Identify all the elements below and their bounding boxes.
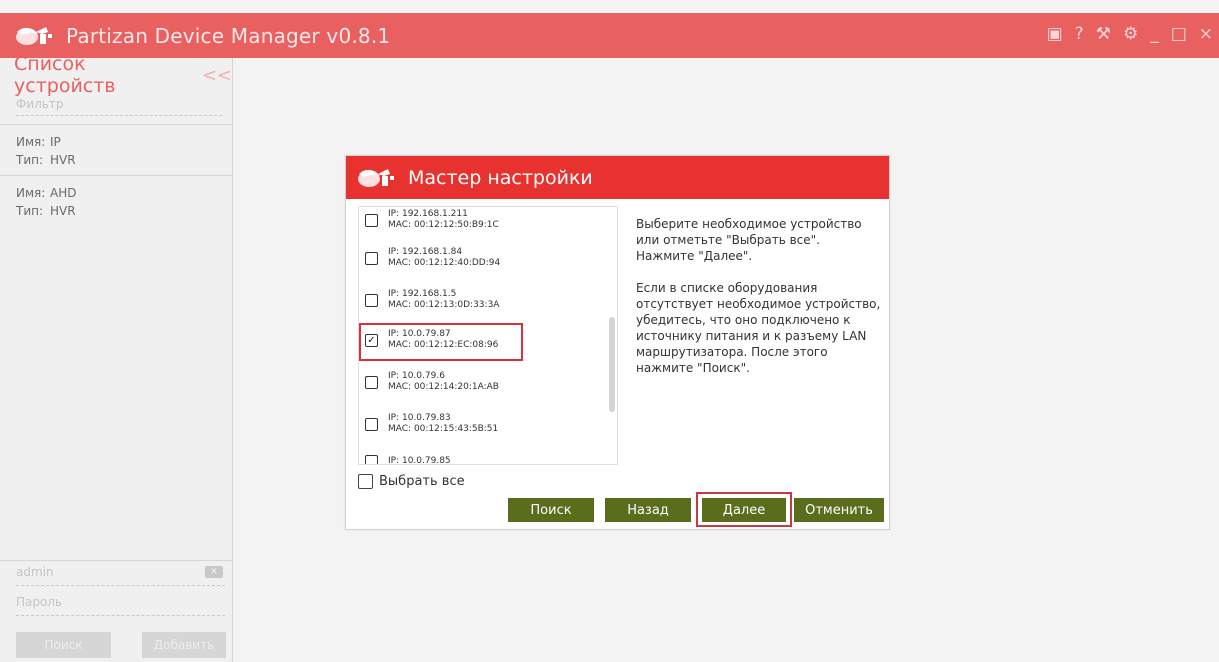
type-label: Тип: (16, 153, 44, 167)
minimize-icon[interactable]: _ (1150, 24, 1159, 44)
sidebar-header: Список устройств << (0, 53, 232, 97)
title-bar: Partizan Device Manager v0.8.1 ▣ ? ⚒ ⚙ _… (0, 13, 1219, 58)
checkbox[interactable] (365, 375, 378, 389)
dialog-header: Мастер настройки (346, 156, 889, 199)
help-text: Выберите необходимое устройство или отме… (636, 216, 881, 376)
sidebar: Список устройств << Имя: IP Тип: HVR Имя: A… (0, 53, 233, 662)
help-paragraph: Если в списке оборудования отсутствует н… (636, 281, 881, 375)
list-item[interactable]: IP: 10.0.79.83 MAC: 00:12:15:43:5B:51 (365, 413, 498, 435)
back-button[interactable]: Назад (605, 498, 691, 522)
device-ip: IP: 10.0.79.83 (388, 413, 451, 423)
list-item[interactable]: IP: 192.168.1.5 MAC: 00:12:13:0D:33:3A (365, 289, 499, 311)
add-device-button[interactable]: Добавить (142, 632, 226, 658)
collapse-icon[interactable]: << (202, 65, 232, 86)
name-label: Имя: (16, 186, 46, 200)
search-button[interactable]: Поиск (16, 632, 111, 658)
scrollbar[interactable] (609, 317, 615, 412)
device-name: AHD (50, 186, 77, 200)
checkbox[interactable] (365, 213, 378, 227)
device-type: HVR (50, 153, 76, 167)
device-mac: MAC: 00:12:12:EC:08:96 (388, 340, 499, 350)
window-controls: ▣ ? ⚒ ⚙ _ □ × (1047, 24, 1213, 44)
device-mac: MAC: 00:12:12:40:DD:94 (388, 258, 501, 268)
help-icon[interactable]: ? (1075, 24, 1084, 44)
next-button[interactable]: Далее (702, 498, 786, 522)
settings-icon[interactable]: ⚙ (1123, 24, 1138, 44)
device-checklist: IP: 192.168.1.211 MAC: 00:12:12:50:B9:1C … (358, 206, 618, 465)
password-field[interactable] (16, 590, 196, 614)
list-item[interactable]: IP: 10.0.79.6 MAC: 00:12:14:20:1A:AB (365, 371, 499, 393)
magic-wand-icon[interactable]: ⚒ (1096, 24, 1111, 44)
type-label: Тип: (16, 204, 44, 218)
maximize-icon[interactable]: □ (1171, 24, 1187, 44)
help-paragraph: Выберите необходимое устройство или отме… (636, 217, 862, 263)
login-panel: ✕ Поиск Добавить (0, 560, 233, 658)
checkbox[interactable] (358, 474, 373, 489)
list-item[interactable]: IP: 192.168.1.211 MAC: 00:12:12:50:B9:1C (365, 209, 499, 231)
device-ip: IP: 192.168.1.5 (388, 289, 457, 299)
device-mac: MAC: 00:12:13:0D:33:3A (388, 300, 500, 310)
device-mac: MAC: 00:12:12:50:B9:1C (388, 220, 499, 230)
checkbox[interactable] (365, 293, 378, 307)
list-item[interactable]: Имя: IP Тип: HVR (0, 124, 232, 175)
select-all-label: Выбрать все (379, 474, 465, 489)
close-icon[interactable]: × (1199, 24, 1213, 44)
list-item[interactable]: IP: 10.0.79.85 (365, 455, 451, 465)
checkbox-checked[interactable]: ✓ (365, 333, 378, 347)
device-mac: MAC: 00:12:14:20:1A:AB (388, 382, 499, 392)
filter-input[interactable] (16, 92, 222, 116)
search-button[interactable]: Поиск (508, 498, 594, 522)
username-field-wrap: ✕ (16, 560, 225, 586)
list-item[interactable]: ✓ IP: 10.0.79.87 MAC: 00:12:12:EC:08:96 (365, 329, 498, 351)
app-title: Partizan Device Manager v0.8.1 (66, 23, 391, 48)
setup-wizard-dialog: Мастер настройки IP: 192.168.1.211 MAC: 0… (345, 155, 890, 530)
app-logo-icon (14, 22, 58, 50)
list-item[interactable]: Имя: AHD Тип: HVR (0, 175, 232, 561)
select-all-checkbox[interactable]: Выбрать все (358, 474, 465, 489)
dialog-title: Мастер настройки (408, 166, 593, 189)
device-list: Имя: IP Тип: HVR Имя: AHD Тип: HVR (0, 124, 232, 561)
checkbox[interactable] (365, 417, 378, 431)
checkbox[interactable] (365, 251, 378, 265)
clear-icon[interactable]: ✕ (205, 566, 223, 578)
password-field-wrap (16, 590, 225, 616)
device-ip: IP: 192.168.1.84 (388, 247, 463, 257)
name-label: Имя: (16, 135, 46, 149)
list-item[interactable]: IP: 192.168.1.84 MAC: 00:12:12:40:DD:94 (365, 247, 500, 269)
device-name: IP (50, 135, 61, 149)
contacts-icon[interactable]: ▣ (1047, 24, 1063, 44)
app-logo-icon (358, 168, 394, 187)
device-type: HVR (50, 204, 76, 218)
device-ip: IP: 192.168.1.211 (388, 209, 468, 219)
device-ip: IP: 10.0.79.6 (388, 371, 445, 381)
device-ip: IP: 10.0.79.87 (388, 329, 451, 339)
checkbox[interactable] (365, 455, 378, 464)
username-field[interactable] (16, 560, 196, 584)
sidebar-title: Список устройств (14, 53, 116, 97)
sidebar-buttons: Поиск Добавить (16, 632, 226, 658)
device-ip: IP: 10.0.79.85 (388, 456, 451, 465)
cancel-button[interactable]: Отменить (794, 498, 884, 522)
device-mac: MAC: 00:12:15:43:5B:51 (388, 424, 499, 434)
